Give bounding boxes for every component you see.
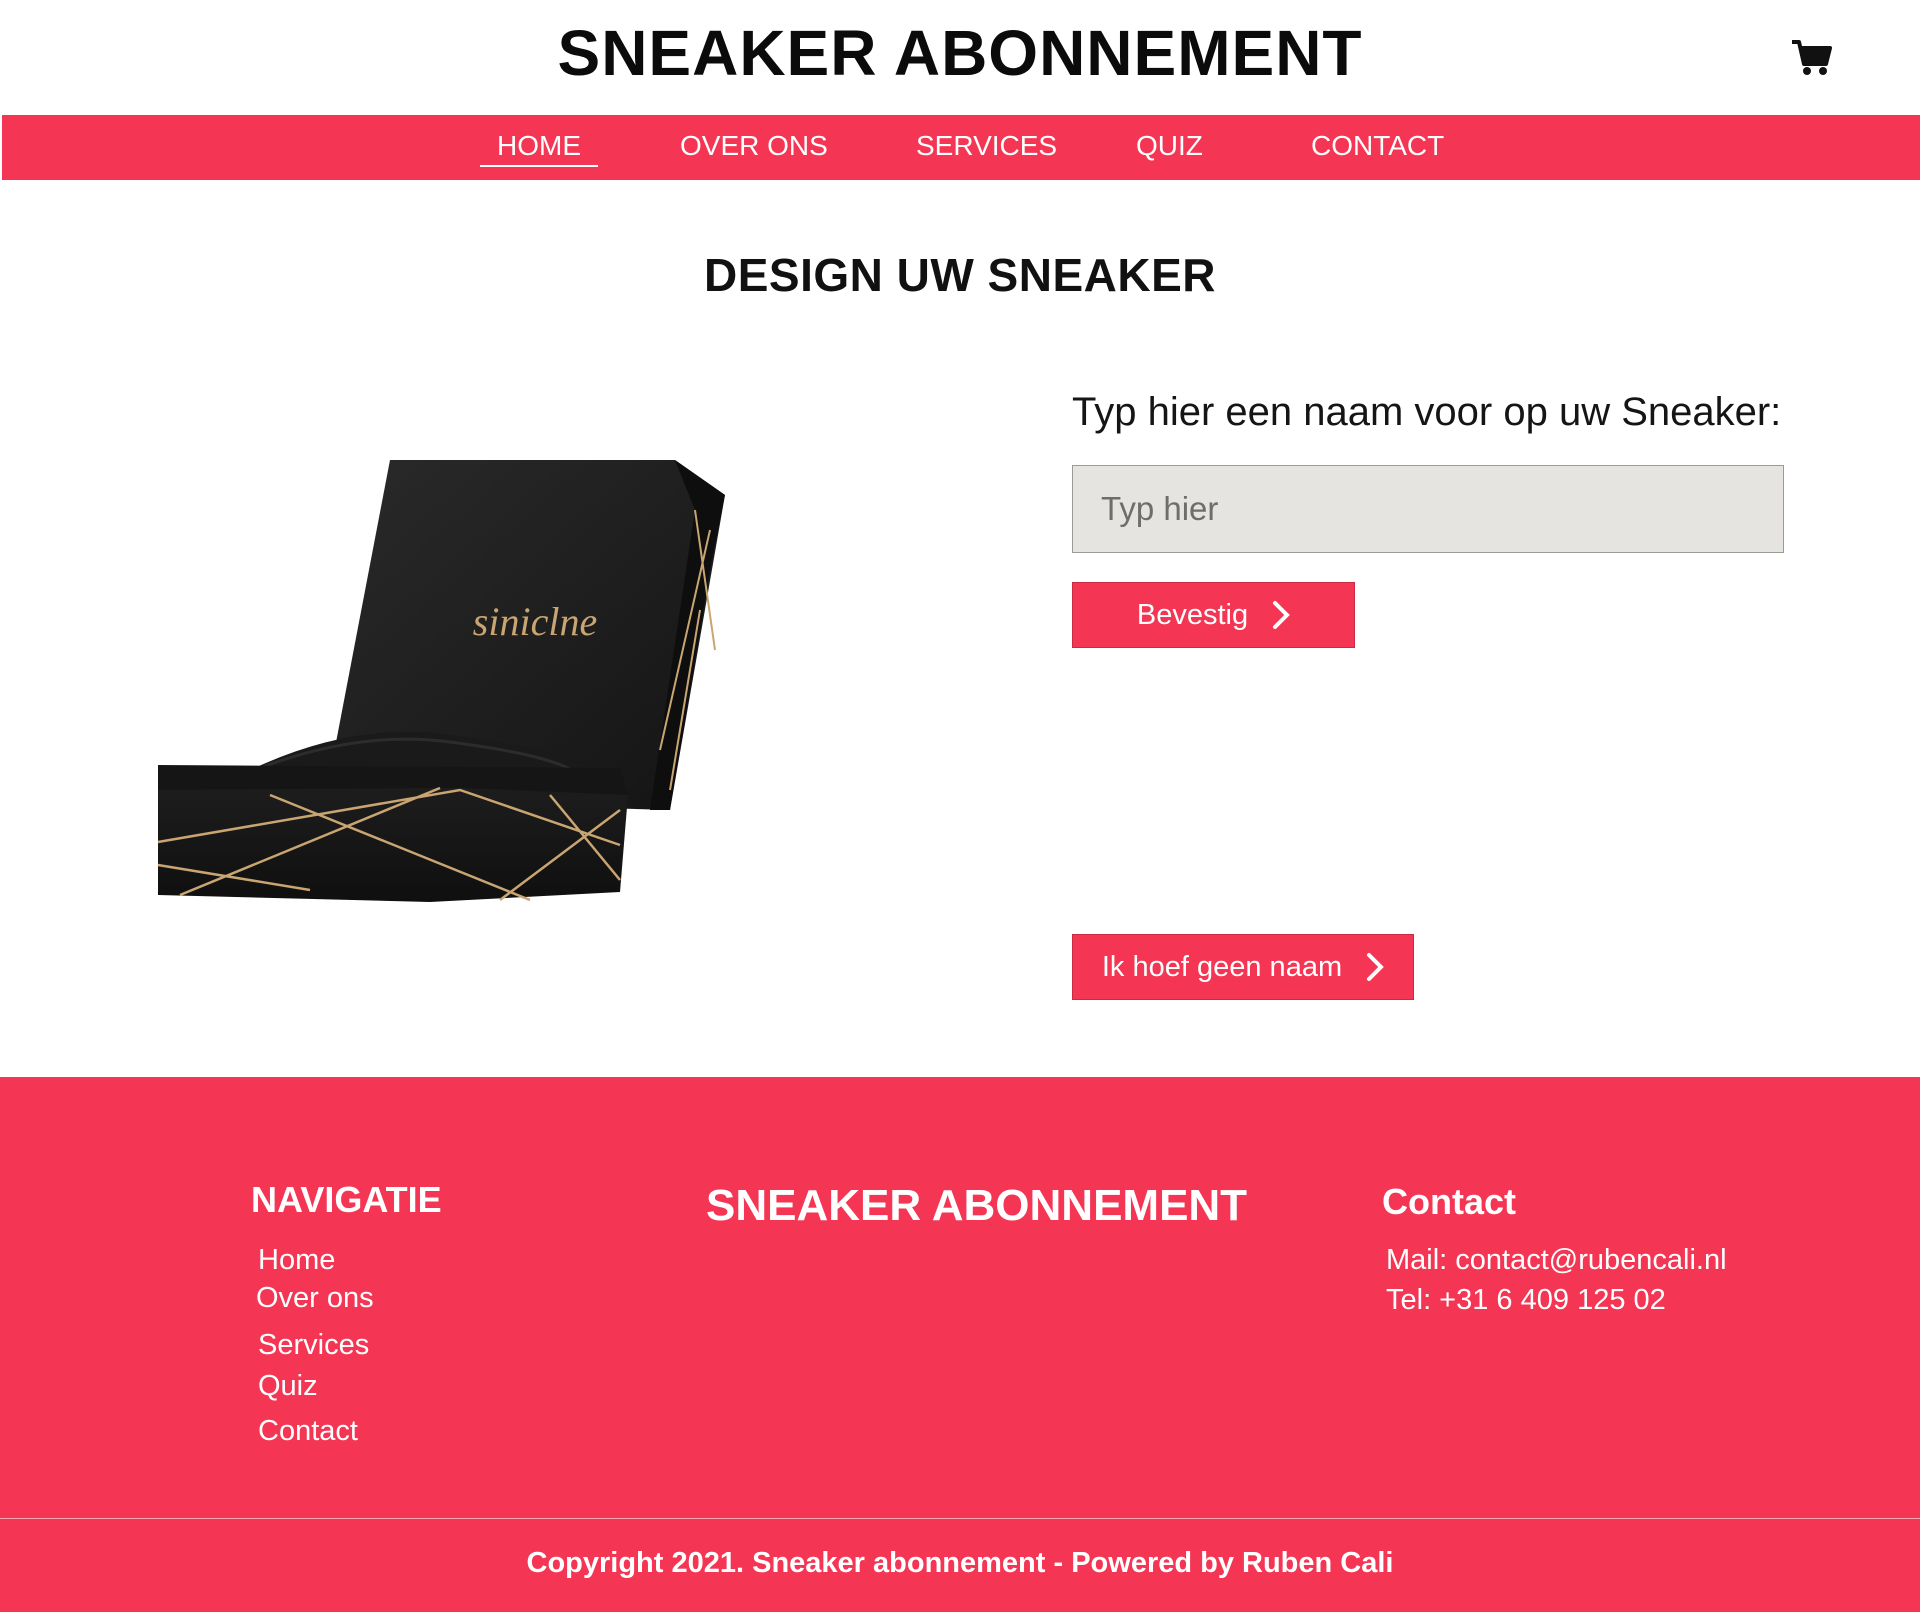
- footer-link-contact[interactable]: Contact: [258, 1415, 358, 1448]
- nav-item-services[interactable]: SERVICES: [916, 115, 1057, 180]
- footer-link-quiz[interactable]: Quiz: [258, 1370, 318, 1403]
- nav-item-contact[interactable]: CONTACT: [1311, 115, 1444, 180]
- footer-brand: SNEAKER ABONNEMENT: [706, 1181, 1248, 1230]
- site-footer: NAVIGATIE Home Over ons Services Quiz Co…: [0, 1077, 1920, 1612]
- footer-link-home[interactable]: Home: [258, 1244, 335, 1277]
- confirm-button[interactable]: Bevestig: [1072, 582, 1355, 648]
- no-name-button[interactable]: Ik hoef geen naam: [1072, 934, 1414, 1000]
- name-label: Typ hier een naam voor op uw Sneaker:: [1072, 390, 1782, 434]
- nav-item-home[interactable]: HOME: [480, 115, 598, 180]
- footer-contact-heading: Contact: [1382, 1181, 1516, 1222]
- footer-nav-heading: NAVIGATIE: [251, 1179, 442, 1220]
- footer-divider: [0, 1518, 1920, 1519]
- sneaker-name-input[interactable]: [1072, 465, 1784, 553]
- chevron-right-icon: [1366, 952, 1384, 982]
- footer-link-over-ons[interactable]: Over ons: [256, 1282, 374, 1315]
- copyright-text: Copyright 2021. Sneaker abonnement - Pow…: [526, 1547, 1394, 1579]
- confirm-button-label: Bevestig: [1136, 598, 1249, 631]
- nav-item-quiz[interactable]: QUIZ: [1136, 115, 1203, 180]
- shopping-cart-icon[interactable]: [1790, 38, 1834, 78]
- page-heading: DESIGN UW SNEAKER: [704, 249, 1216, 301]
- no-name-button-label: Ik hoef geen naam: [1101, 950, 1343, 983]
- footer-mail[interactable]: Mail: contact@rubencali.nl: [1386, 1244, 1727, 1277]
- sneaker-box-image: siniclne: [150, 450, 740, 910]
- chevron-right-icon: [1272, 600, 1290, 630]
- box-brand-text: siniclne: [473, 599, 597, 644]
- main-nav: HOME OVER ONS SERVICES QUIZ CONTACT: [2, 115, 1920, 180]
- site-title: SNEAKER ABONNEMENT: [557, 17, 1363, 89]
- nav-item-over-ons[interactable]: OVER ONS: [680, 115, 828, 180]
- site-header: SNEAKER ABONNEMENT: [0, 0, 1920, 115]
- footer-link-services[interactable]: Services: [258, 1329, 369, 1362]
- footer-tel[interactable]: Tel: +31 6 409 125 02: [1386, 1284, 1666, 1317]
